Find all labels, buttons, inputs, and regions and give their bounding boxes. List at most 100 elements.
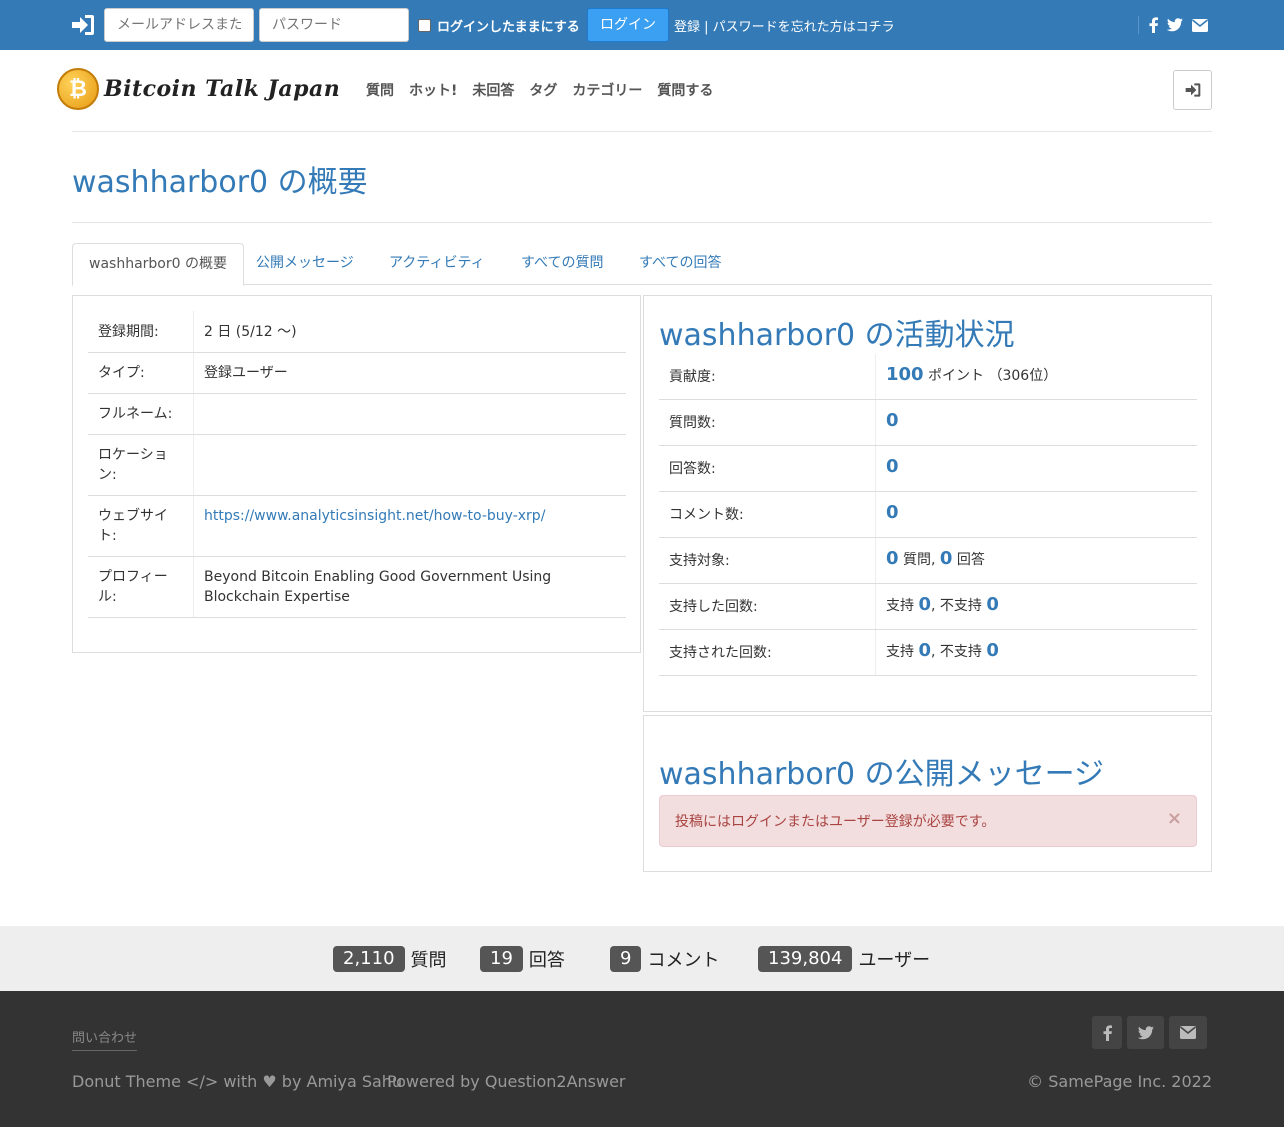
profile-row: ウェブサイト: https://www.analyticsinsight.net… [88,496,626,557]
nav-questions[interactable]: 質問 [366,80,394,100]
site-logo[interactable]: ₿ Bitcoin Talk Japan [57,68,340,110]
wall-title: washharbor0 の公開メッセージ [659,757,1105,792]
wall-panel: washharbor0 の公開メッセージ 投稿にはログインまたはユーザー登録が必… [643,715,1212,872]
voted-answers-unit: 回答 [952,552,985,568]
stat-label: コメント数: [669,507,744,523]
stat-label: 質問数: [669,415,716,431]
profile-value: 2 日 (5/12 ～) [204,324,297,340]
credits-with: with [218,1072,263,1091]
stat-label: 貢献度: [669,369,716,385]
upvote-text: 支持 [886,644,919,660]
profile-label: フルネーム: [98,406,173,422]
twitter-icon[interactable] [1166,17,1183,33]
alert-text: 投稿にはログインまたはユーザー登録が必要です。 [675,814,996,830]
tab-wall[interactable]: 公開メッセージ [240,243,370,285]
facebook-icon[interactable] [1092,1016,1122,1049]
twitter-icon[interactable] [1127,1016,1164,1049]
social-divider [1138,16,1139,34]
login-button[interactable]: ログイン [587,8,669,42]
author-link[interactable]: by Amiya Sahu [277,1072,402,1091]
stat-row: コメント数: 0 [659,492,1197,538]
envelope-icon[interactable] [1169,1016,1207,1049]
password-input[interactable] [259,8,409,42]
copyright: © SamePage Inc. 2022 [1027,1072,1212,1091]
close-icon[interactable]: × [1167,808,1182,829]
register-link[interactable]: 登録 [674,20,700,35]
site-stats: 2,110 質問 19 回答 9 コメント 139,804 ユーザー [0,926,1284,991]
login-bar: ログインしたままにする ログイン 登録 | パスワードを忘れた方はコチラ [0,0,1284,50]
stat-row: 質問数: 0 [659,400,1197,446]
login-required-alert: 投稿にはログインまたはユーザー登録が必要です。 × [659,795,1197,847]
upvotes-given: 0 [918,594,931,615]
profile-value: Beyond Bitcoin Enabling Good Government … [204,569,552,605]
stat-row: 支持した回数: 支持 0, 不支持 0 [659,584,1197,630]
downvotes-given: 0 [986,594,999,615]
nav-hot[interactable]: ホット! [409,80,457,100]
remember-me[interactable]: ログインしたままにする [418,16,580,35]
comments-count: 0 [886,502,899,523]
voted-answers-count: 0 [939,548,953,569]
profile-label: ロケーション: [98,447,168,483]
stat-value: 支持 0, 不支持 0 [886,640,999,661]
stat-label: 回答 [528,950,565,971]
powered-by-link[interactable]: Powered by Question2Answer [387,1072,626,1091]
register-links: 登録 | パスワードを忘れた方はコチラ [674,16,895,35]
stat-row: 回答数: 0 [659,446,1197,492]
stat-label: 支持された回数: [669,645,772,661]
tab-all-questions[interactable]: すべての質問 [505,243,619,285]
email-input[interactable] [104,8,254,42]
profile-row: 登録期間: 2 日 (5/12 ～) [88,311,626,353]
profile-panel: 登録期間: 2 日 (5/12 ～) タイプ: 登録ユーザー フルネーム: ロケ… [72,295,641,653]
stat-label: 回答数: [669,461,716,477]
nav-categories[interactable]: カテゴリー [572,80,642,100]
profile-label: タイプ: [98,365,145,381]
forgot-password-link[interactable]: パスワードを忘れた方はコチラ [713,20,895,35]
tab-activity[interactable]: アクティビティ [373,243,501,285]
stat-label: 支持対象: [669,553,730,569]
website-link[interactable]: https://www.analyticsinsight.net/how-to-… [204,506,624,526]
theme-name[interactable]: Donut Theme [72,1072,186,1091]
theme-credits: Donut Theme </> with ♥ by Amiya Sahu [72,1072,402,1091]
downvote-text: , 不支持 [930,598,987,614]
link-divider: | [700,20,713,35]
points-value: 100 [886,364,924,385]
downvotes-received: 0 [986,640,999,661]
activity-title: washharbor0 の活動状況 [659,318,1015,353]
points-unit: ポイント [923,368,985,384]
facebook-icon[interactable] [1148,17,1158,33]
envelope-icon[interactable] [1191,17,1208,33]
profile-row: フルネーム: [88,394,626,435]
remember-checkbox[interactable] [418,19,431,32]
count-badge: 19 [480,946,523,972]
stat-label: 支持した回数: [669,599,758,615]
tab-all-answers[interactable]: すべての回答 [623,243,737,285]
nav-ask[interactable]: 質問する [657,80,713,100]
footer: 問い合わせ Donut Theme </> with ♥ by Amiya Sa… [0,991,1284,1127]
heart-icon: ♥ [262,1072,277,1091]
tab-overview[interactable]: washharbor0 の概要 [72,243,244,286]
profile-row: タイプ: 登録ユーザー [88,353,626,394]
main-nav: 質問 ホット! 未回答 タグ カテゴリー 質問する [366,80,713,100]
stat-value: 支持 0, 不支持 0 [886,594,999,615]
profile-row: ロケーション: [88,435,626,496]
profile-label: プロフィール: [98,569,168,605]
stat-value: 0 [886,410,899,431]
stat-questions: 2,110 質問 [333,946,447,972]
count-badge: 2,110 [333,946,405,972]
stat-value: 0 [886,502,899,523]
page-title: washharbor0 の概要 [72,165,368,200]
voted-questions-unit: 質問, [898,552,940,568]
nav-unanswered[interactable]: 未回答 [472,80,514,100]
contact-link[interactable]: 問い合わせ [72,1027,138,1051]
stat-row: 支持された回数: 支持 0, 不支持 0 [659,630,1197,676]
profile-label: ウェブサイト: [98,508,168,544]
nav-tags[interactable]: タグ [529,80,557,100]
login-toggle-button[interactable] [1173,70,1212,110]
upvote-text: 支持 [886,598,919,614]
stat-label: コメント [647,950,720,971]
code-icon: </> [186,1072,219,1091]
stat-value: 100 ポイント （306位） [886,364,1057,385]
count-badge: 9 [610,946,642,972]
remember-label: ログインしたままにする [437,20,580,35]
profile-label: 登録期間: [98,324,159,340]
